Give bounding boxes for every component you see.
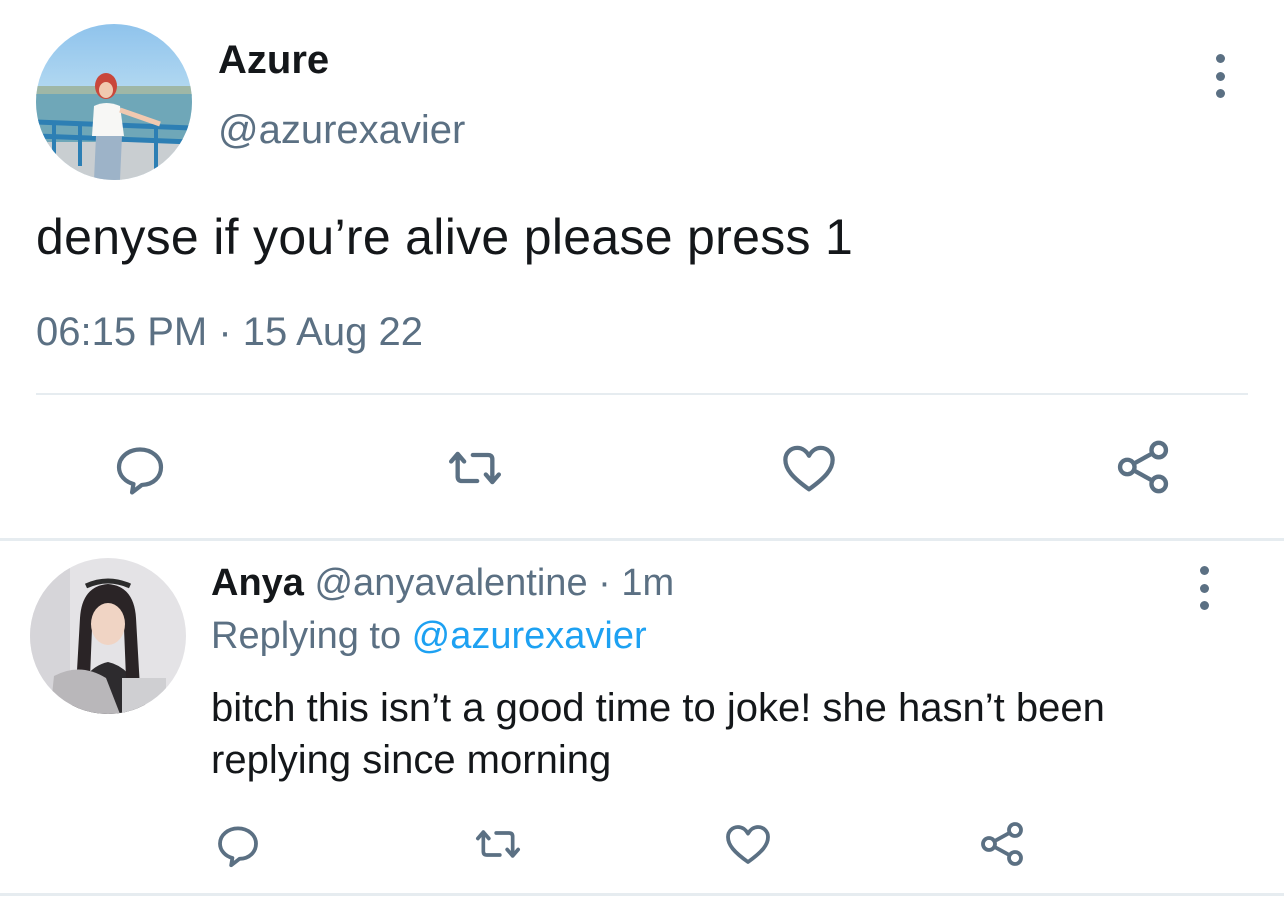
thread-divider xyxy=(0,538,1284,541)
bottom-divider xyxy=(0,893,1284,896)
reply-header: Anya @anyavalentine · 1m xyxy=(211,562,674,605)
like-icon xyxy=(783,445,835,492)
tweet-text: denyse if you’re alive please press 1 xyxy=(36,209,854,265)
author-name[interactable]: Azure xyxy=(218,38,329,83)
more-vertical-icon xyxy=(1199,566,1209,575)
tweet-thread: Azure @azurexavier denyse if you’re aliv… xyxy=(0,0,1284,897)
mention-link[interactable]: @azurexavier xyxy=(412,615,647,657)
reply-text: bitch this isn’t a good time to joke! sh… xyxy=(211,686,1105,782)
reply-button[interactable] xyxy=(112,442,168,498)
divider xyxy=(36,393,1248,395)
reply-icon xyxy=(218,826,258,868)
more-vertical-icon xyxy=(1215,54,1225,63)
retweet-icon xyxy=(449,451,501,485)
main-tweet: Azure @azurexavier denyse if you’re aliv… xyxy=(0,0,1284,538)
avatar[interactable] xyxy=(36,24,192,180)
reply-time[interactable]: 1m xyxy=(621,562,674,604)
reply-share-button[interactable] xyxy=(978,820,1026,868)
avatar-photo-icon xyxy=(36,24,192,180)
retweet-icon xyxy=(476,830,520,858)
share-icon xyxy=(981,822,1023,866)
reply-author-name[interactable]: Anya xyxy=(211,562,304,604)
replying-to-label: Replying to xyxy=(211,615,412,657)
tweet-timestamp[interactable]: 06:15 PM · 15 Aug 22 xyxy=(36,310,423,355)
reply-reply-button[interactable] xyxy=(214,822,262,870)
retweet-button[interactable] xyxy=(441,442,509,494)
reply-avatar[interactable] xyxy=(30,558,186,714)
reply-retweet-button[interactable] xyxy=(470,822,526,866)
share-icon xyxy=(1117,440,1169,494)
like-button[interactable] xyxy=(780,442,838,494)
more-options-button[interactable] xyxy=(1208,54,1232,98)
share-button[interactable] xyxy=(1114,438,1172,496)
replying-to: Replying to @azurexavier xyxy=(211,615,647,658)
reply-author-handle[interactable]: @anyavalentine xyxy=(314,562,587,604)
like-icon xyxy=(726,825,770,864)
author-handle[interactable]: @azurexavier xyxy=(218,108,465,153)
separator-dot: · xyxy=(587,562,622,604)
reply-icon xyxy=(116,447,164,495)
avatar-photo-icon xyxy=(30,558,186,714)
reply-more-options-button[interactable] xyxy=(1192,566,1216,610)
reply-like-button[interactable] xyxy=(724,822,772,866)
